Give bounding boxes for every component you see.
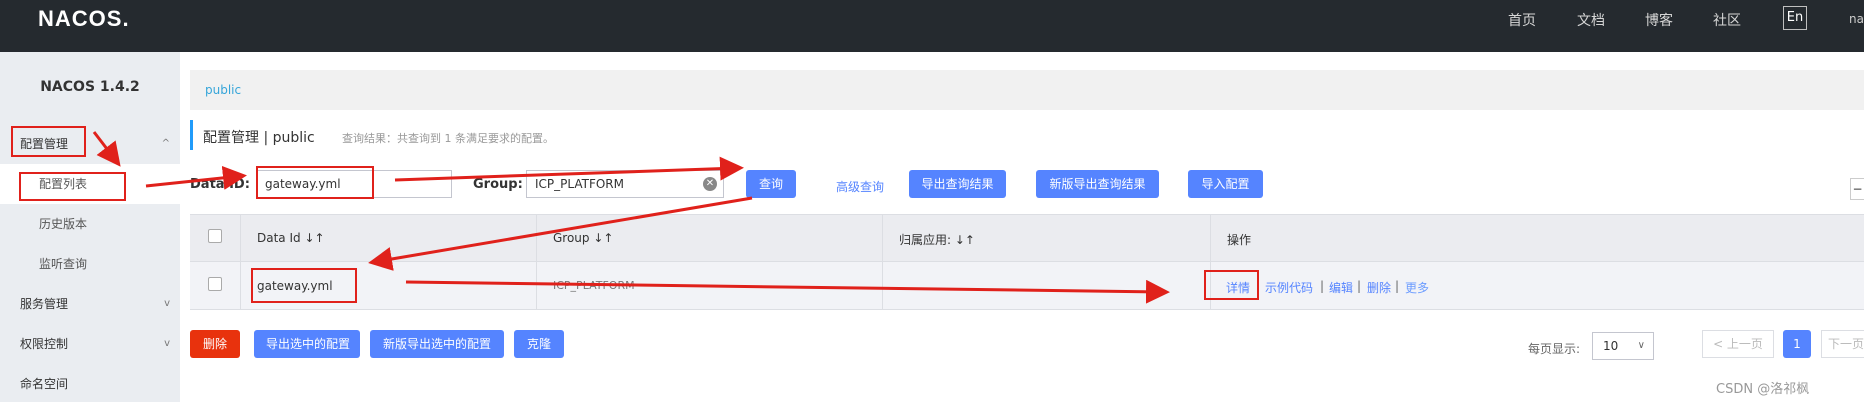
annotation-arrows	[92, 131, 1170, 304]
annotation-arrow	[92, 131, 121, 167]
annotation-arrow	[405, 279, 1170, 304]
annotation-arrow	[394, 156, 744, 182]
annotation-arrow	[368, 196, 753, 271]
annotation-arrow	[145, 165, 247, 190]
